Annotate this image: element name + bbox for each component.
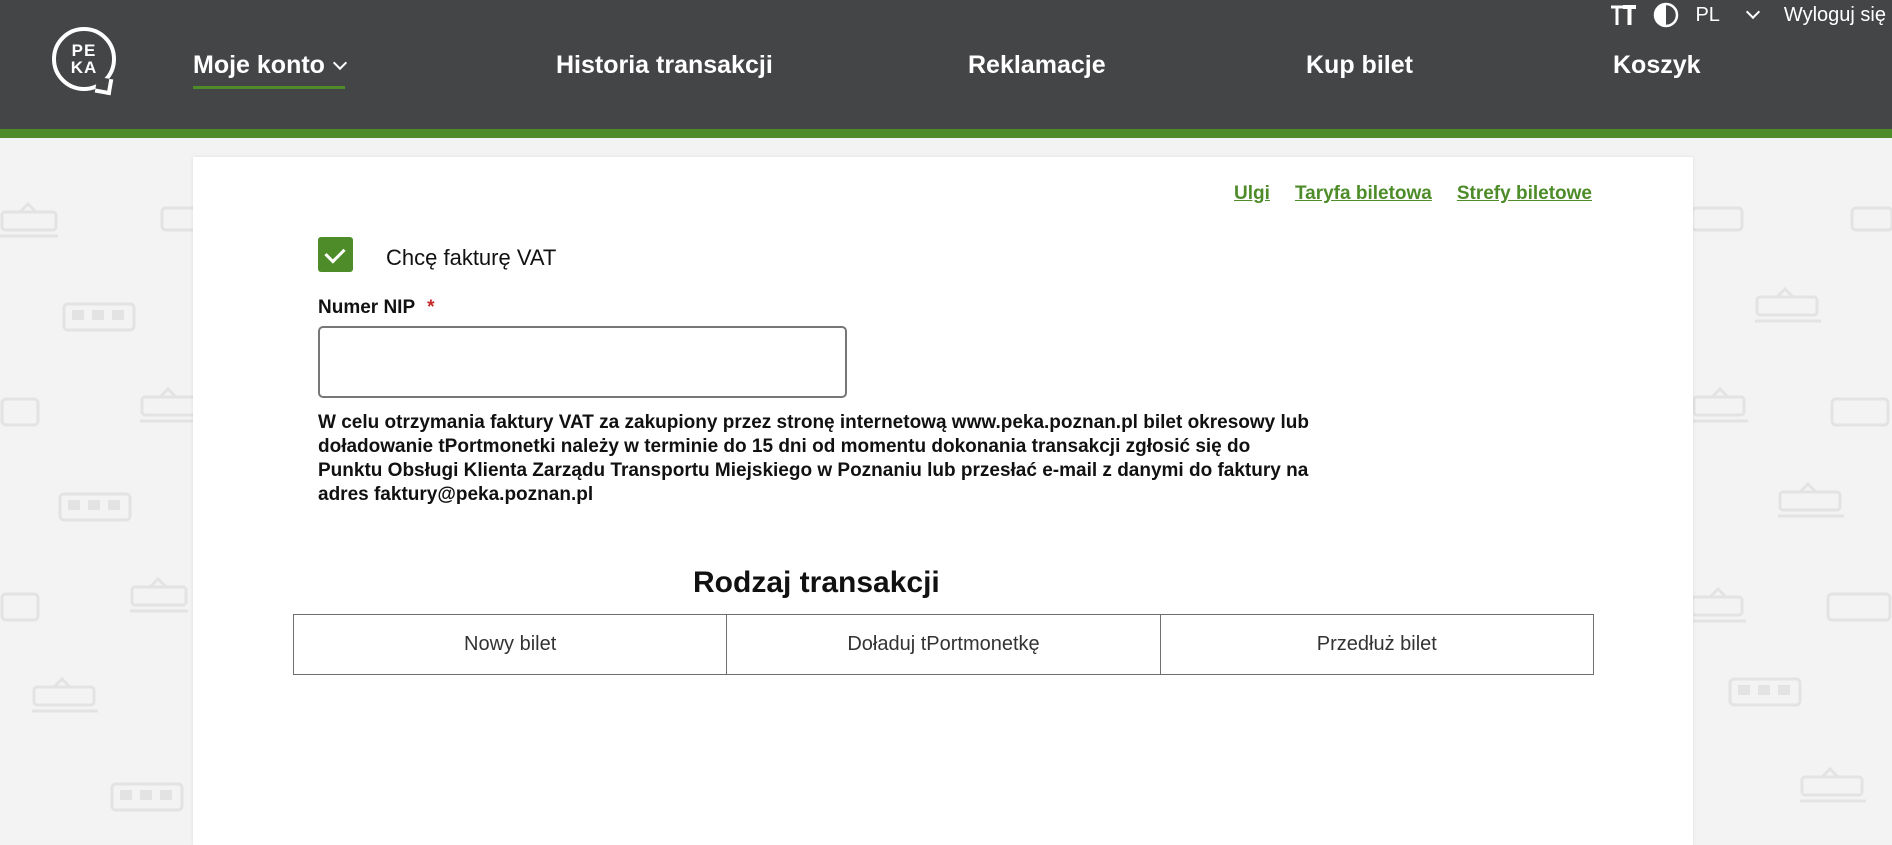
link-discounts[interactable]: Ulgi — [1234, 183, 1270, 205]
nav-buy-ticket[interactable]: Kup bilet — [1306, 51, 1413, 80]
tram-icon — [1692, 386, 1748, 423]
tram-icon — [32, 676, 98, 713]
transaction-type-title: Rodzaj transakcji — [693, 566, 940, 599]
vat-invoice-checkbox[interactable] — [318, 237, 353, 272]
bus-icon — [110, 782, 184, 812]
bus-icon — [1850, 206, 1892, 232]
text-size-button[interactable] — [1609, 3, 1637, 27]
chevron-down-icon — [1745, 4, 1760, 20]
required-marker: * — [427, 297, 435, 318]
language-value: PL — [1695, 3, 1720, 26]
bus-icon — [62, 302, 136, 332]
nav-transaction-history[interactable]: Historia transakcji — [556, 51, 773, 80]
info-links: Ulgi Taryfa biletowa Strefy biletowe — [1234, 183, 1592, 205]
bus-icon — [58, 492, 132, 522]
tram-icon — [1778, 481, 1844, 518]
tram-icon — [1800, 766, 1866, 803]
vat-invoice-label[interactable]: Chcę fakturę VAT — [386, 245, 556, 271]
tram-icon — [0, 201, 58, 238]
link-fare-tariff[interactable]: Taryfa biletowa — [1295, 183, 1432, 205]
tram-icon — [1690, 586, 1746, 623]
nip-field-label: Numer NIP * — [318, 297, 435, 319]
option-new-ticket[interactable]: Nowy bilet — [294, 615, 726, 674]
option-topup-wallet[interactable]: Doładuj tPortmonetkę — [726, 615, 1159, 674]
contrast-button[interactable] — [1653, 2, 1679, 28]
bus-icon — [0, 397, 40, 427]
contrast-icon — [1654, 2, 1679, 28]
option-extend-ticket[interactable]: Przedłuż bilet — [1159, 615, 1593, 674]
link-ticket-zones[interactable]: Strefy biletowe — [1457, 183, 1592, 205]
invoice-info-text: W celu otrzymania faktury VAT za zakupio… — [318, 412, 1309, 505]
logo-tail-decoration — [94, 76, 114, 96]
nav-complaints[interactable]: Reklamacje — [968, 51, 1106, 80]
top-header: PE KA Moje konto Historia transakcji Rekl… — [0, 0, 1892, 138]
nav-label: Moje konto — [193, 51, 325, 79]
bus-icon — [1690, 206, 1744, 232]
language-select[interactable]: PL — [1695, 3, 1760, 27]
tram-icon — [140, 386, 198, 423]
tram-icon — [130, 576, 188, 613]
logout-link[interactable]: Wyloguj się — [1784, 4, 1886, 27]
tram-icon — [1755, 286, 1821, 323]
text-size-icon — [1611, 5, 1637, 25]
transaction-type-selector: Nowy bilet Doładuj tPortmonetkę Przedłuż… — [293, 614, 1594, 675]
nav-cart[interactable]: Koszyk — [1613, 51, 1701, 80]
bus-icon — [1728, 677, 1802, 707]
bus-icon — [0, 592, 40, 622]
bus-icon — [1826, 592, 1892, 622]
utility-bar: PL Wyloguj się — [1609, 0, 1892, 30]
chevron-down-icon — [332, 55, 348, 71]
nav-my-account[interactable]: Moje konto — [193, 51, 348, 89]
nip-label-text: Numer NIP — [318, 297, 416, 318]
nip-input[interactable] — [318, 326, 847, 398]
bus-icon — [1830, 397, 1890, 427]
